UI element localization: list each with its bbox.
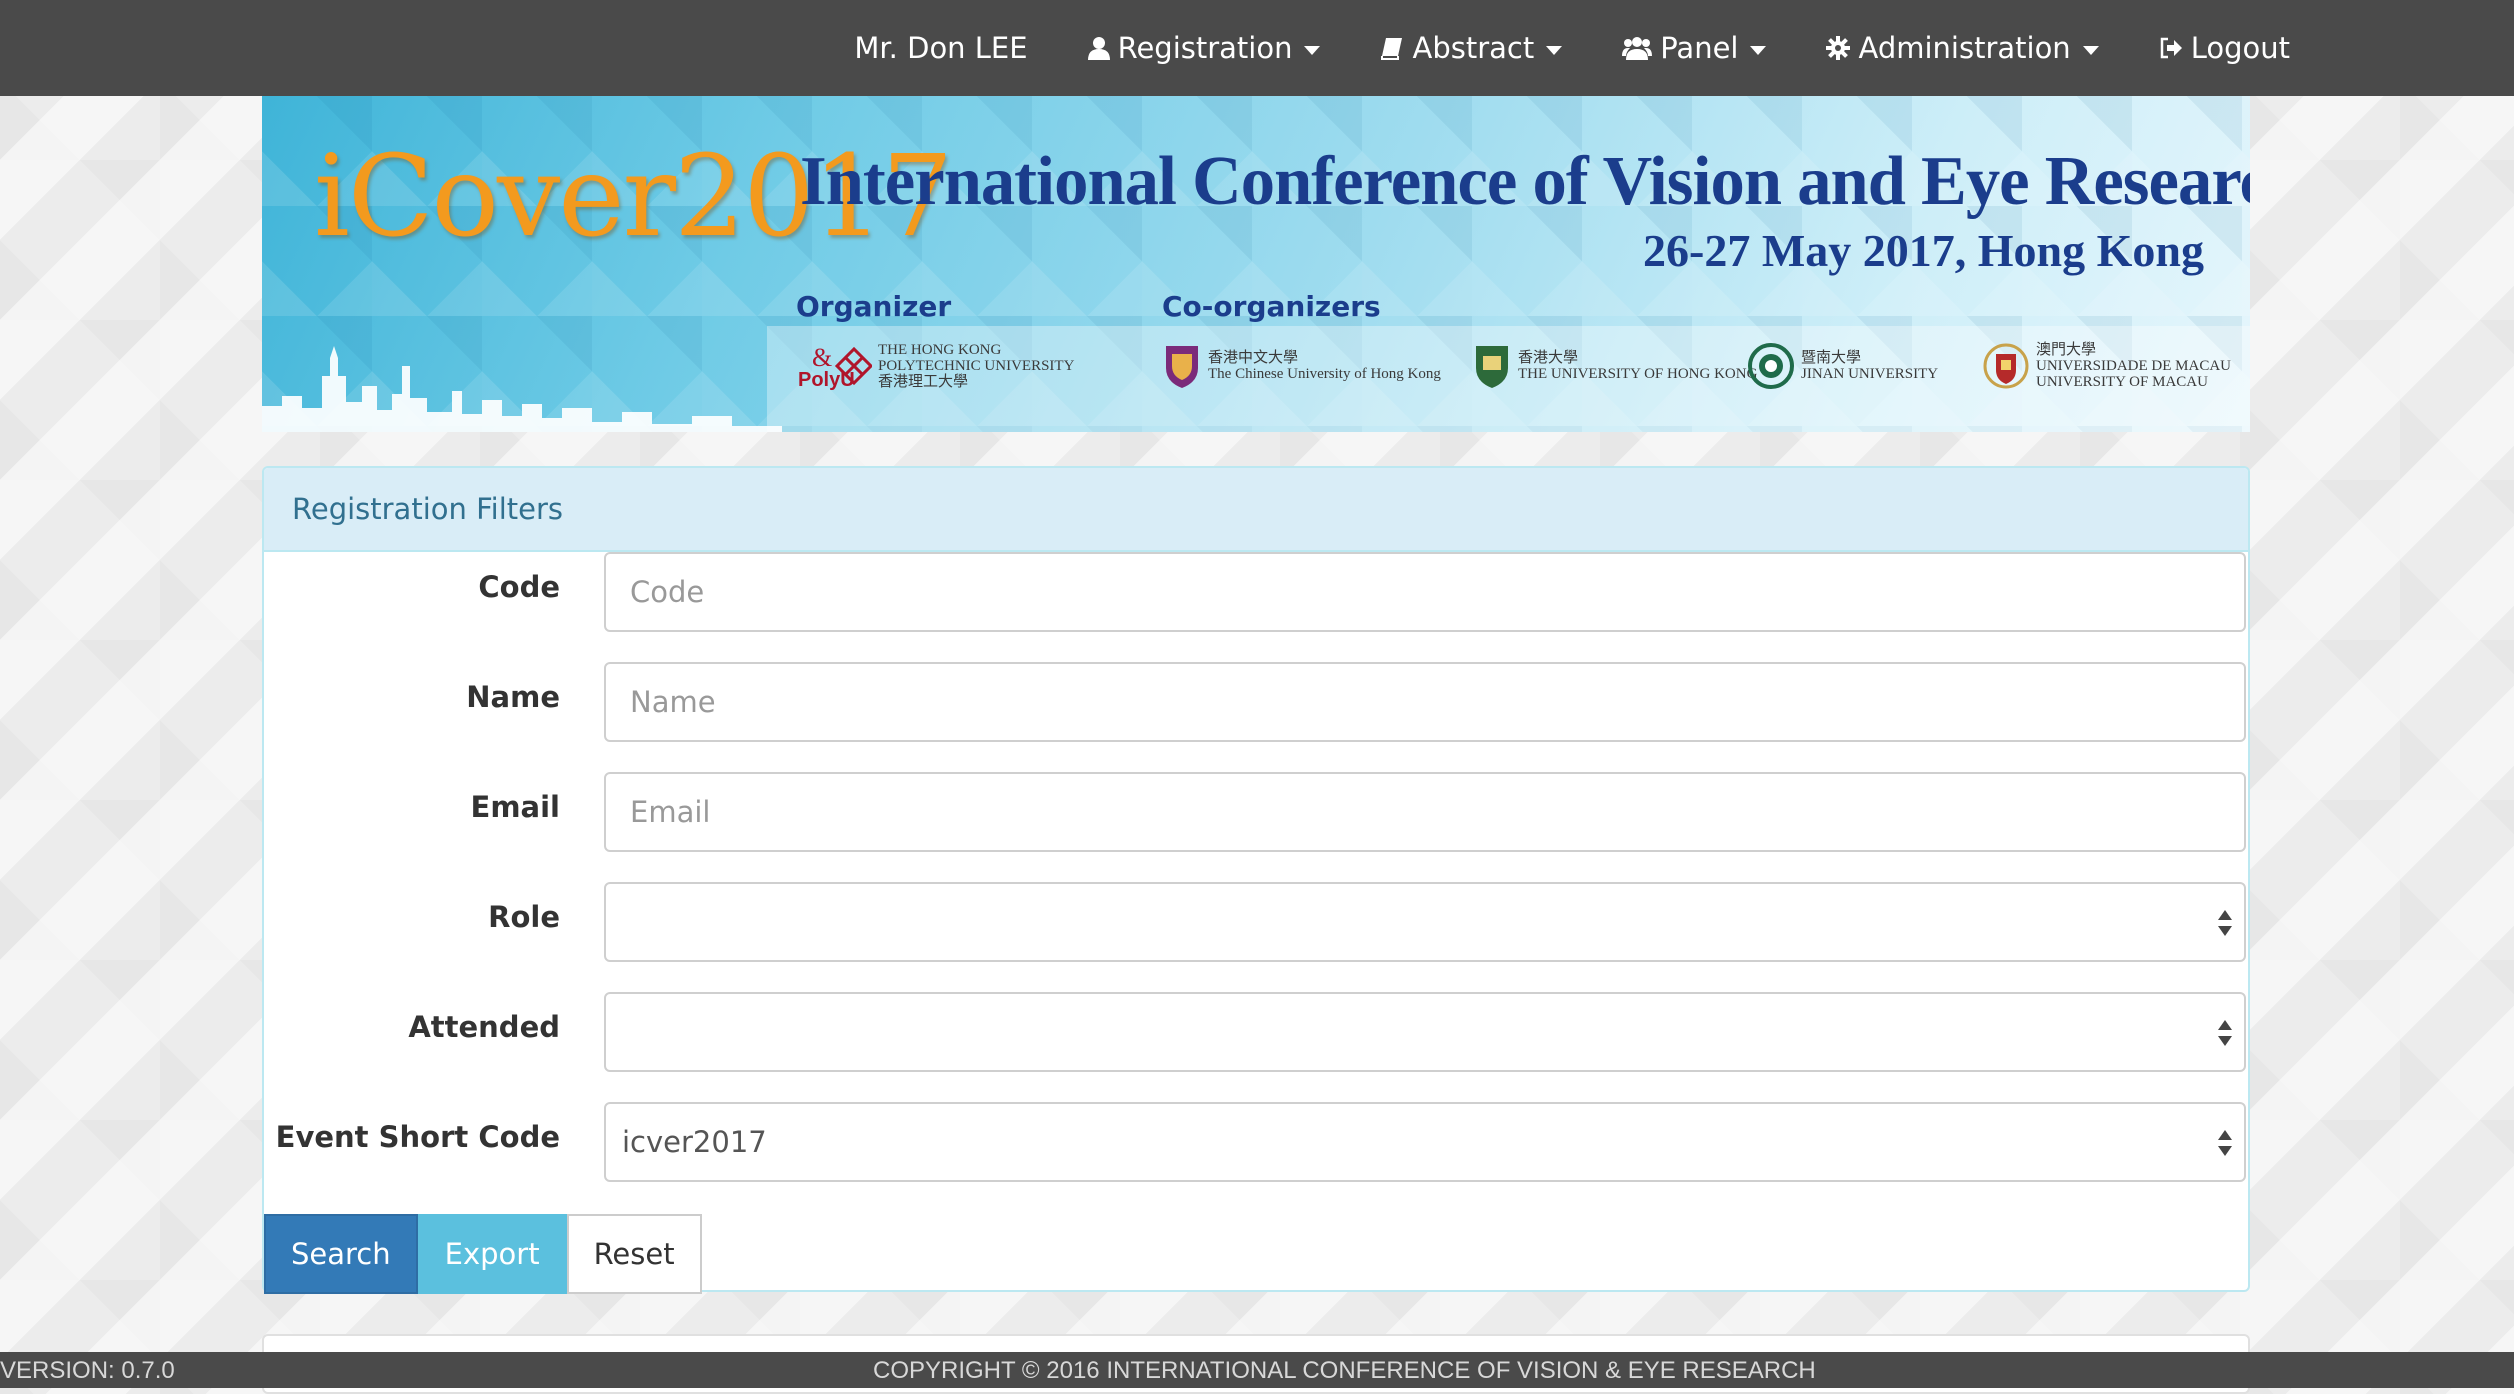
code-row: Code xyxy=(264,552,2248,632)
copyright-text: COPYRIGHT © 2016 INTERNATIONAL CONFERENC… xyxy=(873,1357,1816,1384)
code-label: Code xyxy=(478,570,560,604)
nav-abstract-label: Abstract xyxy=(1412,31,1535,65)
nav-logout-link[interactable]: Logout xyxy=(2159,31,2290,65)
sponsor-jinan-logo: 暨南大學 JINAN UNIVERSITY xyxy=(1747,342,1938,390)
chevron-down-icon xyxy=(1750,45,1767,55)
user-icon xyxy=(1087,37,1110,60)
logout-icon xyxy=(2160,37,2182,59)
organizer-label: Organizer xyxy=(796,290,952,323)
nav-panel-label: Panel xyxy=(1660,31,1739,65)
name-input[interactable] xyxy=(604,662,2246,742)
sponsor-macau-logo: 澳門大學 UNIVERSIDADE DE MACAU UNIVERSITY OF… xyxy=(1982,342,2231,390)
sponsor-cuhk-name: The Chinese University of Hong Kong xyxy=(1208,366,1441,382)
nav-administration-dropdown[interactable]: Administration xyxy=(1826,31,2099,65)
attended-row: Attended xyxy=(264,992,2248,1072)
jinan-emblem-icon xyxy=(1748,343,1794,389)
nav-menu: Mr. Don LEE Registration Abstract Panel … xyxy=(854,0,2290,96)
sponsor-macau-name-pt: UNIVERSIDADE DE MACAU xyxy=(2036,358,2231,374)
nav-panel-dropdown[interactable]: Panel xyxy=(1622,31,1767,65)
version-text: VERSION: 0.7.0 xyxy=(0,1357,175,1384)
hong-kong-skyline-image xyxy=(262,346,782,432)
code-input[interactable] xyxy=(604,552,2246,632)
nav-abstract-dropdown[interactable]: Abstract xyxy=(1380,31,1563,65)
sponsor-hku-logo: 香港大學 THE UNIVERSITY OF HONG KONG xyxy=(1472,342,1757,390)
registration-filters-panel: Registration Filters Code Name Email Rol… xyxy=(262,466,2250,1294)
sponsor-cuhk-name-cn: 香港中文大學 xyxy=(1208,350,1299,366)
sponsor-cuhk-logo: 香港中文大學 The Chinese University of Hong Ko… xyxy=(1162,342,1441,390)
nav-registration-dropdown[interactable]: Registration xyxy=(1087,31,1321,65)
hku-crest-icon xyxy=(1476,346,1508,388)
name-row: Name xyxy=(264,662,2248,742)
sponsor-hku-name-cn: 香港大學 xyxy=(1518,350,1579,366)
sponsor-polyu-name-cn: 香港理工大學 xyxy=(878,374,969,390)
svg-text:&: & xyxy=(812,343,832,372)
event-short-code-select[interactable]: icver2017 xyxy=(604,1102,2246,1182)
sponsor-macau-name-cn: 澳門大學 xyxy=(2036,342,2097,358)
role-row: Role xyxy=(264,882,2248,962)
conference-title: International Conference of Vision and E… xyxy=(800,143,2250,220)
conference-banner: iCover2017 International Conference of V… xyxy=(262,96,2250,432)
sponsor-hku-name: THE UNIVERSITY OF HONG KONG xyxy=(1518,366,1758,382)
sponsor-jinan-name: JINAN UNIVERSITY xyxy=(1801,366,1939,382)
sponsor-polyu-name: THE HONG KONG xyxy=(878,342,1002,358)
footer: VERSION: 0.7.0 COPYRIGHT © 2016 INTERNAT… xyxy=(0,1352,2514,1388)
nav-user-label: Mr. Don LEE xyxy=(854,31,1028,65)
role-select[interactable] xyxy=(604,882,2246,962)
sponsor-polyu-logo: PolyU & THE HONG KONG POLYTECHNIC UNIVER… xyxy=(796,342,1074,390)
email-label: Email xyxy=(470,790,560,824)
export-button[interactable]: Export xyxy=(417,1214,567,1294)
cuhk-crest-icon xyxy=(1166,346,1198,388)
email-input[interactable] xyxy=(604,772,2246,852)
event-short-code-row: Event Short Code icver2017 xyxy=(264,1102,2248,1182)
select-arrows-icon xyxy=(2218,1020,2232,1048)
chevron-down-icon xyxy=(2082,45,2099,55)
sponsor-macau-name: UNIVERSITY OF MACAU xyxy=(2036,374,2208,390)
users-icon xyxy=(1622,37,1653,60)
attended-select[interactable] xyxy=(604,992,2246,1072)
gear-icon xyxy=(1826,36,1851,60)
nav-registration-label: Registration xyxy=(1117,31,1293,65)
nav-administration-label: Administration xyxy=(1858,31,2071,65)
sponsor-polyu-name-2: POLYTECHNIC UNIVERSITY xyxy=(878,358,1075,374)
book-icon xyxy=(1381,38,1403,60)
top-navbar: Mr. Don LEE Registration Abstract Panel … xyxy=(0,0,2514,96)
select-arrows-icon xyxy=(2218,910,2232,938)
sponsor-jinan-name-cn: 暨南大學 xyxy=(1801,350,1862,366)
polyu-emblem-icon: PolyU & xyxy=(798,343,872,390)
nav-logout-label: Logout xyxy=(2190,31,2290,65)
nav-user-name[interactable]: Mr. Don LEE xyxy=(854,31,1027,65)
panel-heading: Registration Filters xyxy=(264,468,2248,552)
name-label: Name xyxy=(466,680,560,714)
email-row: Email xyxy=(264,772,2248,852)
select-arrows-icon xyxy=(2218,1130,2232,1158)
coorganizers-label: Co-organizers xyxy=(1162,290,1381,323)
conference-date: 26-27 May 2017, Hong Kong xyxy=(1643,225,2204,276)
macau-crest-icon xyxy=(1983,343,2029,389)
event-short-code-label: Event Short Code xyxy=(275,1120,560,1154)
event-short-code-selected-value: icver2017 xyxy=(622,1125,767,1159)
attended-label: Attended xyxy=(408,1010,560,1044)
search-button[interactable]: Search xyxy=(264,1214,418,1294)
chevron-down-icon xyxy=(1304,45,1321,55)
role-label: Role xyxy=(488,900,560,934)
reset-button[interactable]: Reset xyxy=(566,1214,702,1294)
filter-button-group: Search Export Reset xyxy=(264,1214,702,1294)
chevron-down-icon xyxy=(1546,45,1563,55)
